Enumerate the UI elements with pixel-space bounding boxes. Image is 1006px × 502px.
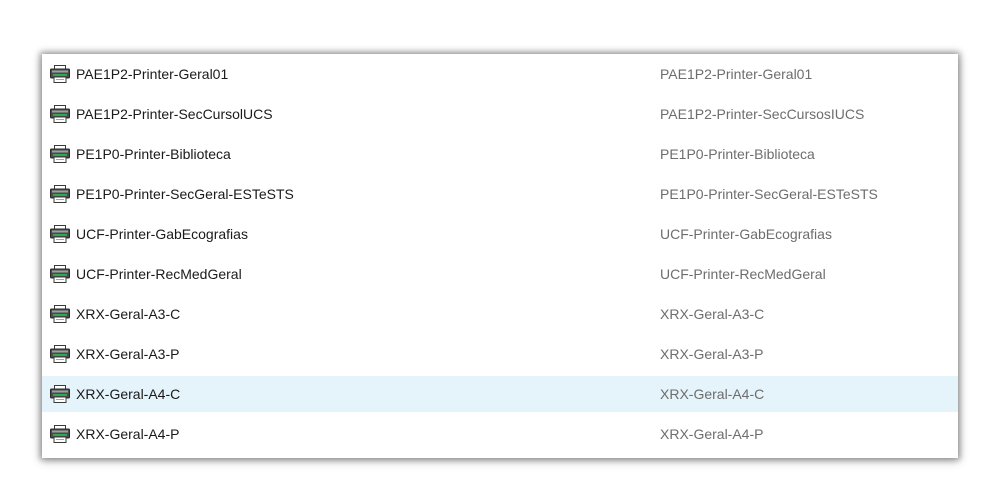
printer-share-name: UCF-Printer-RecMedGeral: [660, 266, 826, 282]
printer-row[interactable]: PE1P0-Printer-SecGeral-ESTeSTS PE1P0-Pri…: [42, 176, 958, 212]
printer-share-name: UCF-Printer-GabEcografias: [660, 226, 832, 242]
printer-icon: [50, 265, 70, 283]
printer-name: PAE1P2-Printer-SecCursolUCS: [76, 106, 273, 122]
printer-name: PE1P0-Printer-Biblioteca: [76, 146, 231, 162]
printer-row[interactable]: XRX-Geral-A3-C XRX-Geral-A3-C: [42, 296, 958, 332]
printer-name: UCF-Printer-RecMedGeral: [76, 266, 242, 282]
printer-row[interactable]: XRX-Geral-A4-C XRX-Geral-A4-C: [42, 376, 958, 412]
printer-name: UCF-Printer-GabEcografias: [76, 226, 248, 242]
printer-row[interactable]: PAE1P2-Printer-SecCursolUCS PAE1P2-Print…: [42, 96, 958, 132]
printer-name: PAE1P2-Printer-Geral01: [76, 66, 229, 82]
printer-share-name: XRX-Geral-A4-P: [660, 426, 764, 442]
printer-name: XRX-Geral-A3-C: [76, 306, 181, 322]
printer-share-name: XRX-Geral-A3-C: [660, 306, 765, 322]
printer-icon: [50, 305, 70, 323]
printer-icon: [50, 105, 70, 123]
printer-share-name: PE1P0-Printer-Biblioteca: [660, 146, 815, 162]
printer-row[interactable]: UCF-Printer-GabEcografias UCF-Printer-Ga…: [42, 216, 958, 252]
printer-row[interactable]: XRX-Geral-A4-P XRX-Geral-A4-P: [42, 416, 958, 452]
printer-name: XRX-Geral-A3-P: [76, 346, 180, 362]
printer-name: XRX-Geral-A4-C: [76, 386, 181, 402]
printer-icon: [50, 185, 70, 203]
printer-icon: [50, 385, 70, 403]
printer-share-name: PAE1P2-Printer-Geral01: [660, 66, 813, 82]
printer-icon: [50, 65, 70, 83]
printer-name: PE1P0-Printer-SecGeral-ESTeSTS: [76, 186, 294, 202]
printer-share-name: PE1P0-Printer-SecGeral-ESTeSTS: [660, 186, 878, 202]
printer-icon: [50, 425, 70, 443]
printer-icon: [50, 225, 70, 243]
printer-row[interactable]: PAE1P2-Printer-Geral01 PAE1P2-Printer-Ge…: [42, 56, 958, 92]
printer-row[interactable]: XRX-Geral-A3-P XRX-Geral-A3-P: [42, 336, 958, 372]
printer-list-panel: PAE1P2-Printer-Geral01 PAE1P2-Printer-Ge…: [42, 54, 958, 458]
printer-name: XRX-Geral-A4-P: [76, 426, 180, 442]
printer-row[interactable]: UCF-Printer-RecMedGeral UCF-Printer-RecM…: [42, 256, 958, 292]
printer-share-name: PAE1P2-Printer-SecCursosIUCS: [660, 106, 865, 122]
printer-share-name: XRX-Geral-A3-P: [660, 346, 764, 362]
printer-share-name: XRX-Geral-A4-C: [660, 386, 765, 402]
printer-row[interactable]: PE1P0-Printer-Biblioteca PE1P0-Printer-B…: [42, 136, 958, 172]
printer-icon: [50, 145, 70, 163]
printer-icon: [50, 345, 70, 363]
